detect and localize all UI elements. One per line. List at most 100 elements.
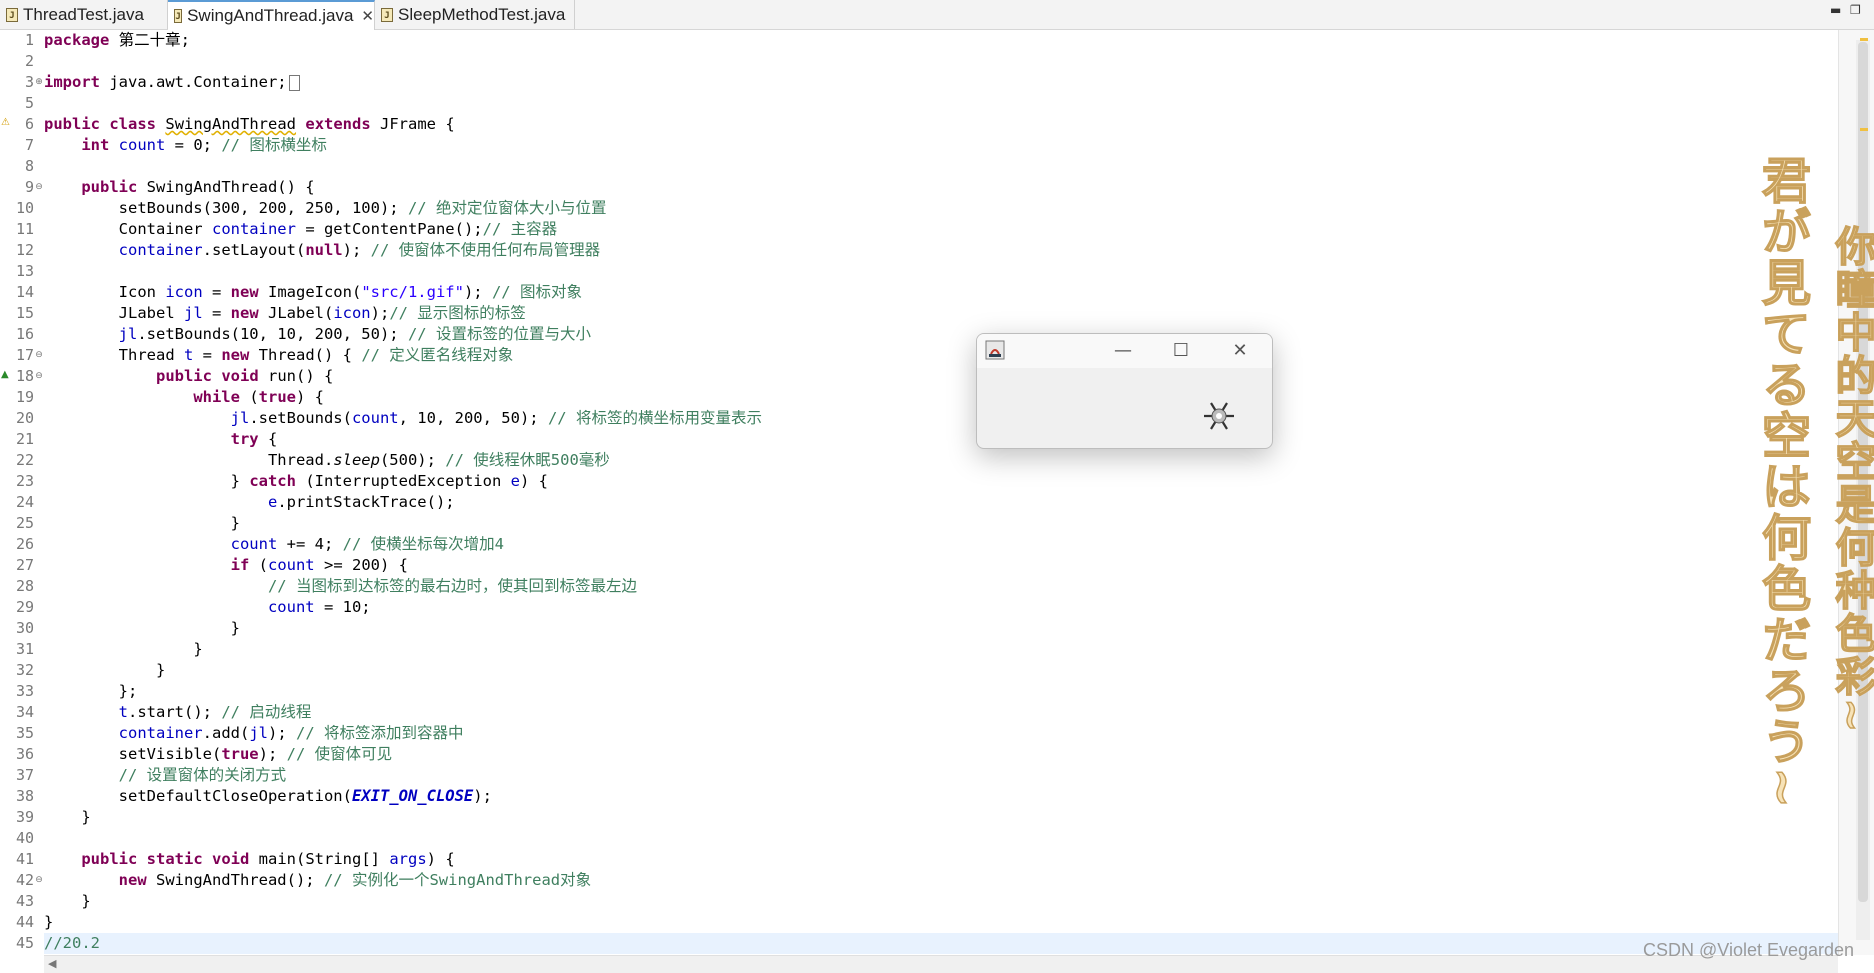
- code-line-30: }: [230, 619, 240, 637]
- window-maximize-button[interactable]: ☐: [1166, 338, 1196, 364]
- code-line-1: package 第二十章;: [44, 31, 190, 49]
- code-line-7: int count = 0; // 图标横坐标: [81, 136, 327, 154]
- line-number: 27: [15, 556, 34, 574]
- java-file-icon: J: [174, 9, 183, 23]
- line-number: 33: [15, 682, 34, 700]
- line-number: 38: [15, 787, 34, 805]
- line-number: 37: [15, 766, 34, 784]
- code-line-10: setBounds(300, 200, 250, 100); // 绝对定位窗体…: [118, 199, 607, 217]
- swing-app-window[interactable]: — ☐ ✕: [976, 333, 1273, 449]
- left-ruler: [0, 30, 10, 955]
- decorative-chinese-text: 你瞳中的天空是何种色彩~: [1827, 224, 1874, 735]
- code-line-18: public void run() {: [155, 367, 334, 385]
- line-number: 25: [15, 514, 34, 532]
- code-line-34: t.start(); // 启动线程: [118, 703, 312, 721]
- code-line-11: Container container = getContentPane();/…: [118, 220, 558, 238]
- line-number: 16: [15, 325, 34, 343]
- line-number: 21: [15, 430, 34, 448]
- java-app-icon: [985, 340, 1005, 360]
- line-number: 42: [15, 871, 34, 889]
- code-line-9: public SwingAndThread() {: [81, 178, 315, 196]
- code-line-37: // 设置窗体的关闭方式: [118, 766, 287, 784]
- window-minimize-button[interactable]: —: [1108, 338, 1138, 364]
- line-number: 28: [15, 577, 34, 595]
- collapse-fold-icon[interactable]: ⊖: [34, 177, 44, 198]
- code-line-36: setVisible(true); // 使窗体可见: [118, 745, 393, 763]
- horizontal-scrollbar[interactable]: ◀: [44, 955, 1838, 973]
- code-line-28: // 当图标到达标签的最右边时，使其回到标签最左边: [267, 577, 637, 595]
- line-number: 35: [15, 724, 34, 742]
- code-line-26: count += 4; // 使横坐标每次增加4: [230, 535, 504, 553]
- line-number: 32: [15, 661, 34, 679]
- csdn-watermark: CSDN @Violet Evegarden: [1643, 940, 1855, 960]
- line-number: 26: [15, 535, 34, 553]
- line-number: 44: [15, 913, 34, 931]
- java-file-icon: J: [381, 7, 393, 22]
- code-line-33: };: [118, 682, 138, 700]
- code-line-43: }: [81, 892, 91, 910]
- code-line-41: public static void main(String[] args) {: [81, 850, 455, 868]
- line-number-gutter: 1 2 3 ⊕ 5 6 7 8 9 ⊖ 10 11 12 13 14 15 16…: [10, 30, 44, 955]
- folded-content-box[interactable]: [288, 74, 300, 91]
- editor-tab-bar: J ThreadTest.java J SwingAndThread.java …: [0, 0, 1874, 30]
- tab-swingandthread[interactable]: J SwingAndThread.java ✕: [168, 0, 375, 30]
- code-line-44: }: [44, 913, 54, 931]
- line-number: 2: [24, 52, 34, 70]
- scroll-left-icon[interactable]: ◀: [48, 957, 56, 970]
- line-number: 22: [15, 451, 34, 469]
- line-number: 1: [24, 31, 34, 49]
- code-line-24: e.printStackTrace();: [267, 493, 455, 511]
- code-line-21: try {: [230, 430, 278, 448]
- collapse-fold-icon[interactable]: ⊖: [34, 366, 44, 387]
- line-number: 9: [24, 178, 34, 196]
- line-number: 41: [15, 850, 34, 868]
- line-number: 43: [15, 892, 34, 910]
- code-line-35: container.add(jl); // 将标签添加到容器中: [118, 724, 464, 742]
- decorative-japanese-text: 君が見てる空は何色だろう~: [1753, 154, 1813, 811]
- line-number: 5: [24, 94, 34, 112]
- line-number: 24: [15, 493, 34, 511]
- line-number: 30: [15, 619, 34, 637]
- code-line-3: import java.awt.Container;: [44, 72, 300, 93]
- window-titlebar[interactable]: — ☐ ✕: [977, 334, 1272, 368]
- warning-ruler-mark[interactable]: [1860, 128, 1868, 131]
- code-line-27: if (count >= 200) {: [230, 556, 408, 574]
- maximize-editor-icon[interactable]: ❐: [1850, 3, 1861, 17]
- code-line-23: } catch (InterruptedException e) {: [230, 472, 548, 490]
- code-line-32: }: [155, 661, 166, 679]
- code-line-31: }: [193, 640, 203, 658]
- warning-marker-icon[interactable]: ⚠: [1, 117, 10, 128]
- code-line-29: count = 10;: [267, 598, 371, 616]
- snowflake-icon: [1204, 402, 1234, 430]
- collapse-fold-icon[interactable]: ⊖: [34, 345, 44, 366]
- code-line-20: jl.setBounds(count, 10, 200, 50); // 将标签…: [230, 409, 762, 427]
- window-close-button[interactable]: ✕: [1225, 338, 1255, 364]
- code-line-19: while (true) {: [193, 388, 324, 406]
- tab-label: ThreadTest.java: [23, 4, 144, 24]
- code-line-45: //20.2: [44, 933, 1838, 954]
- code-line-38: setDefaultCloseOperation(EXIT_ON_CLOSE);: [118, 787, 492, 805]
- line-number: 6: [24, 115, 34, 133]
- tab-sleepmethodtest[interactable]: J SleepMethodTest.java: [375, 0, 575, 29]
- tab-threadtest[interactable]: J ThreadTest.java: [0, 0, 168, 29]
- code-line-15: JLabel jl = new JLabel(icon);// 显示图标的标签: [118, 304, 526, 322]
- code-line-25: }: [230, 514, 240, 532]
- minimize-editor-icon[interactable]: ▬: [1830, 3, 1841, 17]
- expand-fold-icon[interactable]: ⊕: [34, 72, 44, 93]
- code-line-17: Thread t = new Thread() { // 定义匿名线程对象: [118, 346, 514, 364]
- code-line-39: }: [81, 808, 91, 826]
- warning-ruler-mark[interactable]: [1860, 38, 1868, 41]
- code-line-42: new SwingAndThread(); // 实例化一个SwingAndTh…: [118, 871, 592, 889]
- line-number: 19: [15, 388, 34, 406]
- collapse-fold-icon[interactable]: ⊖: [34, 870, 44, 891]
- line-number: 39: [15, 808, 34, 826]
- close-tab-icon[interactable]: ✕: [361, 7, 374, 25]
- java-file-icon: J: [6, 7, 18, 22]
- code-line-6: public class SwingAndThread extends JFra…: [44, 115, 455, 133]
- line-number: 40: [15, 829, 34, 847]
- code-line-16: jl.setBounds(10, 10, 200, 50); // 设置标签的位…: [118, 325, 591, 343]
- line-number: 29: [15, 598, 34, 616]
- code-line-22: Thread.sleep(500); // 使线程休眠500毫秒: [267, 451, 610, 469]
- line-number: 11: [15, 220, 34, 238]
- line-number: 15: [15, 304, 34, 322]
